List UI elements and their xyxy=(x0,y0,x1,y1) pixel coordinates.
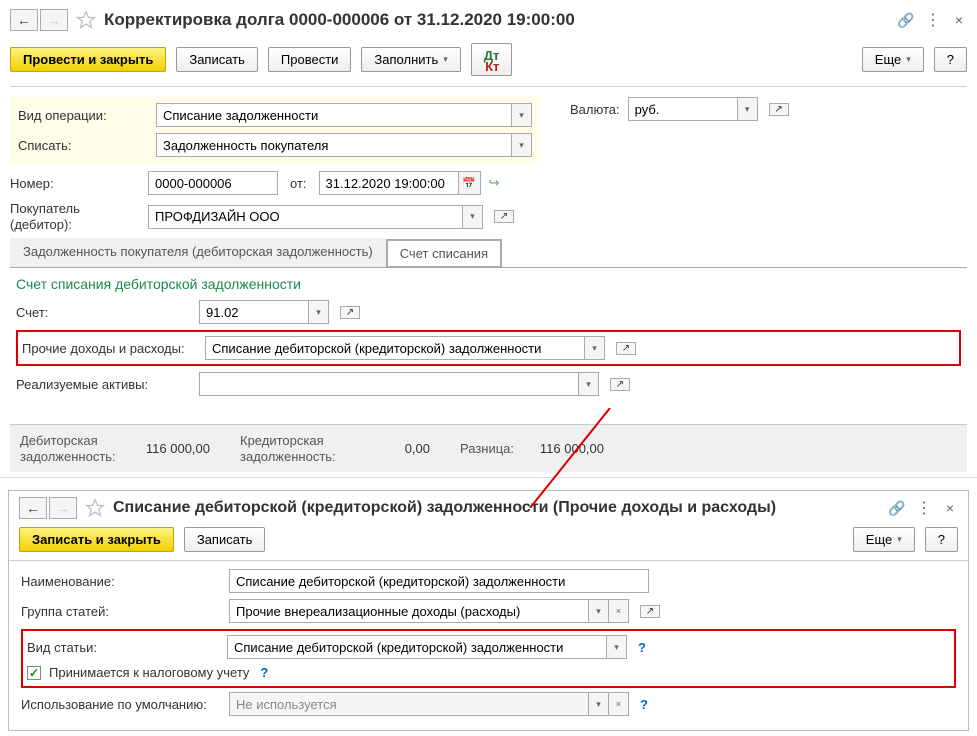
type-dropdown-icon[interactable]: ▾ xyxy=(607,635,627,659)
account-open-icon[interactable]: ↗ xyxy=(340,306,360,319)
other-income-dropdown-icon[interactable]: ▾ xyxy=(585,336,605,360)
group-open-icon[interactable]: ↗ xyxy=(640,605,660,618)
window-title: Корректировка долга 0000-000006 от 31.12… xyxy=(104,10,889,30)
tax-help-icon[interactable]: ? xyxy=(257,665,271,680)
default-clear-icon[interactable]: × xyxy=(609,692,629,716)
type-input[interactable] xyxy=(227,635,607,659)
buyer-open-icon[interactable]: ↗ xyxy=(494,210,514,223)
other-income-open-icon[interactable]: ↗ xyxy=(616,342,636,355)
realized-assets-input[interactable] xyxy=(199,372,579,396)
realized-dropdown-icon[interactable]: ▾ xyxy=(579,372,599,396)
creditor-footer-value: 0,00 xyxy=(350,441,430,456)
more-button[interactable]: Еще xyxy=(862,47,924,72)
account-dropdown-icon[interactable]: ▾ xyxy=(309,300,329,324)
window2-title: Списание дебиторской (кредиторской) задо… xyxy=(113,499,880,517)
account-input[interactable] xyxy=(199,300,309,324)
help-button[interactable]: ? xyxy=(934,47,967,72)
save-button-2[interactable]: Записать xyxy=(184,527,266,552)
debtor-footer-label: Дебиторская задолженность: xyxy=(20,433,120,464)
write-off-dropdown-icon[interactable]: ▾ xyxy=(512,133,532,157)
date-input[interactable] xyxy=(319,171,459,195)
nav-forward-button-2[interactable]: → xyxy=(49,497,77,519)
debtor-footer-value: 116 000,00 xyxy=(130,441,210,456)
realized-assets-label: Реализуемые активы: xyxy=(16,377,191,392)
op-type-input[interactable] xyxy=(156,103,512,127)
default-label: Использование по умолчанию: xyxy=(21,697,221,712)
dtkt-button[interactable]: ДтКт xyxy=(471,43,513,76)
currency-input[interactable] xyxy=(628,97,738,121)
op-type-label: Вид операции: xyxy=(18,108,148,123)
nav-forward-button[interactable]: → xyxy=(40,9,68,31)
write-off-label: Списать: xyxy=(18,138,148,153)
other-income-input[interactable] xyxy=(205,336,585,360)
write-off-input[interactable] xyxy=(156,133,512,157)
close-button[interactable]: × xyxy=(951,12,967,28)
kebab-menu-icon[interactable]: ⋮ xyxy=(925,10,941,30)
nav-back-button-2[interactable]: ← xyxy=(19,497,47,519)
close-button-2[interactable]: × xyxy=(942,500,958,516)
buyer-dropdown-icon[interactable]: ▾ xyxy=(463,205,483,229)
number-label: Номер: xyxy=(10,176,140,191)
calendar-icon[interactable]: 📅 xyxy=(459,171,481,195)
save-and-close-button[interactable]: Записать и закрыть xyxy=(19,527,174,552)
account-label: Счет: xyxy=(16,305,191,320)
help-button-2[interactable]: ? xyxy=(925,527,958,552)
kebab-menu-icon-2[interactable]: ⋮ xyxy=(916,498,932,518)
fill-button[interactable]: Заполнить xyxy=(361,47,460,72)
op-type-dropdown-icon[interactable]: ▾ xyxy=(512,103,532,127)
more-button-2[interactable]: Еще xyxy=(853,527,915,552)
group-label: Группа статей: xyxy=(21,604,221,619)
diff-footer-value: 116 000,00 xyxy=(524,441,604,456)
default-help-icon[interactable]: ? xyxy=(637,697,651,712)
apply-button[interactable]: Провести xyxy=(268,47,352,72)
other-income-label: Прочие доходы и расходы: xyxy=(22,341,197,356)
type-help-icon[interactable]: ? xyxy=(635,640,649,655)
tab-write-off-account[interactable]: Счет списания xyxy=(386,239,502,268)
currency-dropdown-icon[interactable]: ▾ xyxy=(738,97,758,121)
group-dropdown-icon[interactable]: ▾ xyxy=(589,599,609,623)
section-title: Счет списания дебиторской задолженности xyxy=(16,276,961,292)
type-label: Вид статьи: xyxy=(27,640,219,655)
apply-and-close-button[interactable]: Провести и закрыть xyxy=(10,47,166,72)
default-input[interactable] xyxy=(229,692,589,716)
favorite-star-icon-2[interactable] xyxy=(85,498,105,518)
number-input[interactable] xyxy=(148,171,278,195)
creditor-footer-label: Кредиторская задолженность: xyxy=(240,433,340,464)
currency-label: Валюта: xyxy=(570,102,620,117)
tab-debt[interactable]: Задолженность покупателя (дебиторская за… xyxy=(10,238,386,267)
save-button[interactable]: Записать xyxy=(176,47,258,72)
link-icon-2[interactable]: 🔗 xyxy=(888,500,905,517)
tax-checkbox[interactable]: ✓ xyxy=(27,666,41,680)
currency-open-icon[interactable]: ↗ xyxy=(769,103,789,116)
group-clear-icon[interactable]: × xyxy=(609,599,629,623)
name-label: Наименование: xyxy=(21,574,221,589)
group-input[interactable] xyxy=(229,599,589,623)
apply-date-icon[interactable]: ↪ xyxy=(489,175,500,191)
tax-label: Принимается к налоговому учету xyxy=(49,665,249,680)
realized-open-icon[interactable]: ↗ xyxy=(610,378,630,391)
buyer-label: Покупатель (дебитор): xyxy=(10,201,140,232)
from-label: от: xyxy=(290,176,307,191)
nav-back-button[interactable]: ← xyxy=(10,9,38,31)
favorite-star-icon[interactable] xyxy=(76,10,96,30)
link-icon[interactable]: 🔗 xyxy=(897,12,914,29)
buyer-input[interactable] xyxy=(148,205,463,229)
diff-footer-label: Разница: xyxy=(460,441,514,456)
name-input[interactable] xyxy=(229,569,649,593)
default-dropdown-icon[interactable]: ▾ xyxy=(589,692,609,716)
